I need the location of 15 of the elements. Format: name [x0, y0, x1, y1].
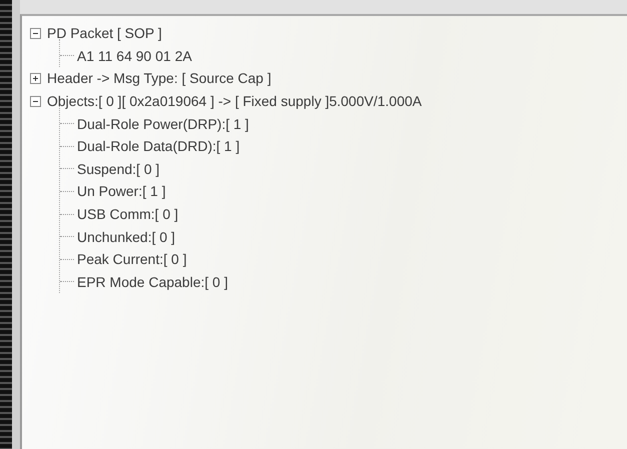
tree-item[interactable]: USB Comm:[ 0 ]	[77, 206, 178, 222]
tree-item[interactable]: PD Packet [ SOP ]	[47, 25, 162, 42]
tree-item[interactable]: EPR Mode Capable:[ 0 ]	[77, 274, 228, 290]
tree-item[interactable]: Header -> Msg Type: [ Source Cap ]	[47, 70, 272, 86]
expand-icon[interactable]	[30, 72, 41, 84]
tree-item[interactable]: Dual-Role Data(DRD):[ 1 ]	[77, 138, 240, 154]
collapse-icon[interactable]	[30, 96, 41, 107]
tree-item[interactable]: Unchunked:[ 0 ]	[77, 228, 176, 245]
tree-item[interactable]: Peak Current:[ 0 ]	[77, 251, 187, 268]
tree-item[interactable]: Un Power:[ 1 ]	[77, 183, 166, 200]
tree-item[interactable]: Suspend:[ 0 ]	[77, 160, 160, 177]
tree-item[interactable]: Dual-Role Power(DRP):[ 1 ]	[77, 116, 249, 132]
tree-item[interactable]: A1 11 64 90 01 2A	[77, 48, 192, 64]
tree-item[interactable]: Objects:[ 0 ][ 0x2a019064 ] -> [ Fixed supply ]5.000V/1.000A	[47, 93, 422, 110]
collapse-icon[interactable]	[30, 28, 41, 39]
